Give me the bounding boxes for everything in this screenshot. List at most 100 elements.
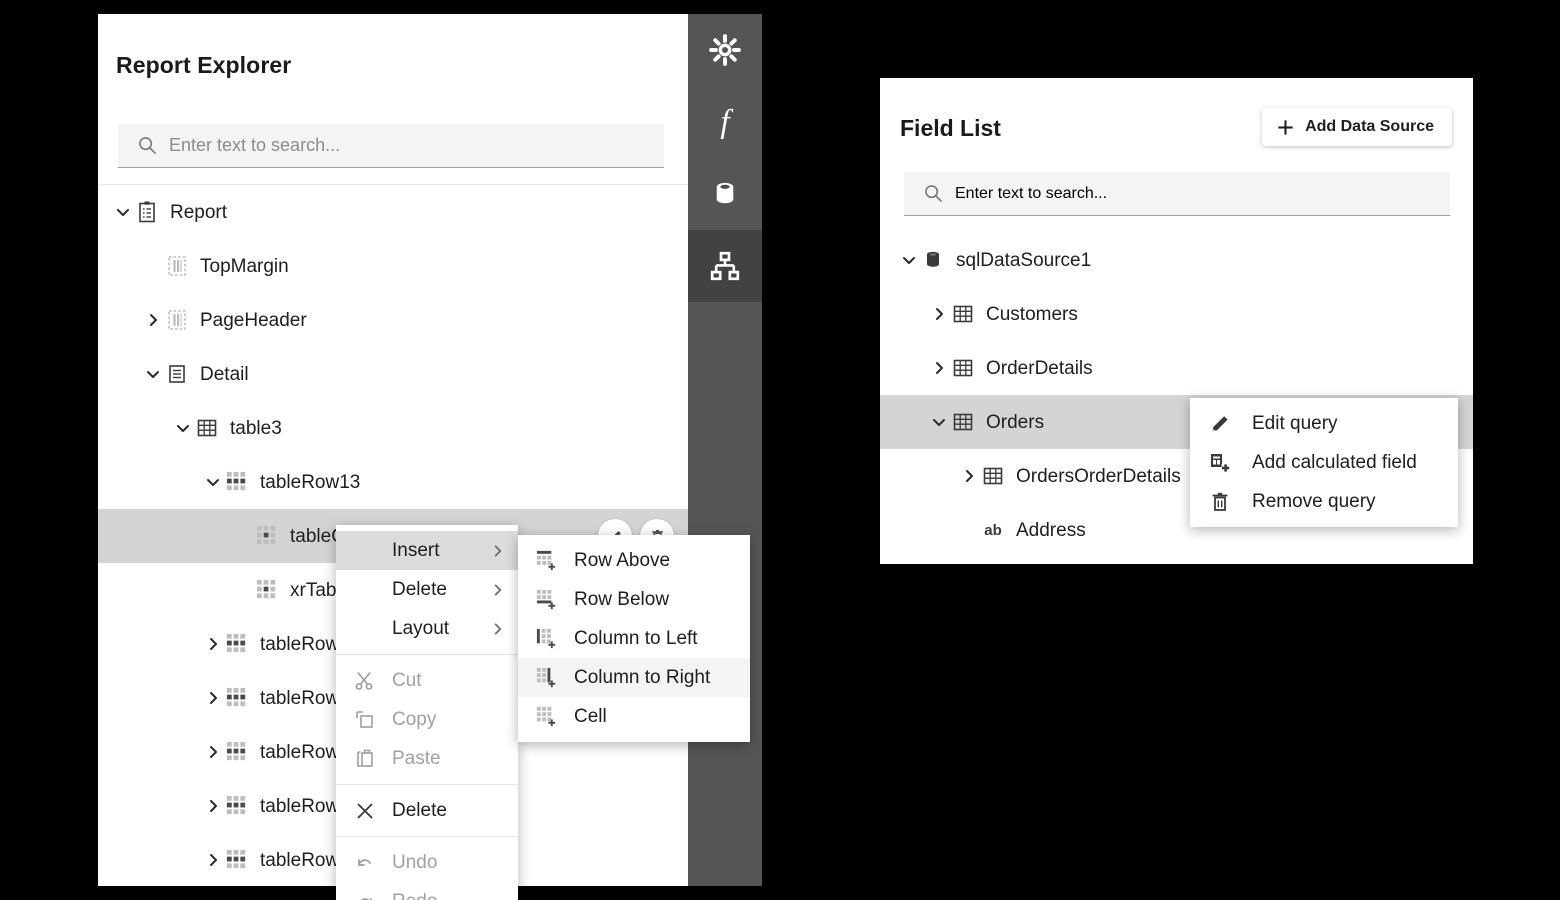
menu-item-column-to-right[interactable]: Column to Right [518,658,750,697]
table-row-icon [224,739,250,765]
add-data-source-button[interactable]: Add Data Source [1262,108,1452,146]
menu-item-label: Remove query [1252,490,1376,512]
sitemap-icon [709,250,741,282]
twisty-expanded-icon[interactable] [202,471,224,493]
database-icon [709,178,741,210]
twisty-collapsed-icon[interactable] [202,795,224,817]
redo-icon [350,890,380,900]
scissors-icon [350,669,380,693]
insert-column-right-icon [532,666,562,690]
band-icon [164,307,190,333]
report-explorer-search[interactable]: Enter text to search... [118,124,664,168]
insert-submenu: Row Above Row Below Column to Left Column t… [518,535,750,742]
ab-icon: ab [984,521,1002,539]
twisty-expanded-icon[interactable] [142,363,164,385]
twisty-collapsed-icon[interactable] [928,303,950,325]
menu-item-remove-query[interactable]: Remove query [1190,482,1458,521]
toolbar-sitemap[interactable] [688,230,762,302]
pencil-icon [1206,412,1234,436]
menu-item-row-below[interactable]: Row Below [518,580,750,619]
table-icon [950,301,976,327]
table-icon [950,355,976,381]
twisty-collapsed-icon[interactable] [202,633,224,655]
menu-item-paste: Paste [336,739,518,778]
tree-item-table3[interactable]: table3 [98,401,688,455]
menu-separator [336,654,518,655]
field-item-orderdetails[interactable]: OrderDetails [880,341,1473,395]
tree-item-report[interactable]: Report [98,185,688,239]
screen-root: Report Explorer Enter text to search... … [0,0,1560,900]
report-explorer-search-placeholder: Enter text to search... [169,135,341,155]
menu-separator [336,784,518,785]
tree-item-detail[interactable]: Detail [98,347,688,401]
menu-item-label: Redo [392,891,437,900]
field-item-sqldatasource1[interactable]: sqlDataSource1 [880,233,1473,287]
tree-item-label: TopMargin [200,255,289,277]
table-icon [194,415,220,441]
menu-item-add-calculated-field[interactable]: Add calculated field [1190,443,1458,482]
menu-item-delete[interactable]: Delete [336,791,518,830]
menu-item-label: Paste [392,747,441,769]
tree-item-label: PageHeader [200,309,307,331]
menu-item-label: Row Above [574,549,671,571]
toolbar-function[interactable]: f [688,86,762,158]
add-data-source-label: Add Data Source [1305,118,1434,135]
menu-item-label: Edit query [1252,412,1338,434]
twisty-collapsed-icon[interactable] [928,357,950,379]
twisty-expanded-icon[interactable] [928,411,950,433]
field-list-search[interactable]: Enter text to search... [904,172,1450,216]
insert-column-left-icon [532,627,562,651]
tree-item-pageheader[interactable]: PageHeader [98,293,688,347]
toolbar-database[interactable] [688,158,762,230]
table-row-icon [224,847,250,873]
menu-item-row-above[interactable]: Row Above [518,541,750,580]
tree-item-topmargin[interactable]: TopMargin [98,239,688,293]
menu-item-delete[interactable]: Delete [336,570,518,609]
menu-item-edit-query[interactable]: Edit query [1190,404,1458,443]
table-row-icon [224,685,250,711]
tree-item-label: Detail [200,363,249,385]
insert-row-above-icon [532,549,562,573]
menu-item-label: Delete [392,799,447,821]
chevron-right-icon [491,544,504,557]
field-list-title: Field List [900,115,1001,141]
detail-icon [164,361,190,387]
table-row-icon [224,469,250,495]
twisty-collapsed-icon[interactable] [202,741,224,763]
tree-item-label: tableRow13 [260,471,361,493]
twisty-collapsed-icon[interactable] [202,849,224,871]
close-icon [350,799,380,823]
twisty-collapsed-icon[interactable] [202,687,224,709]
menu-item-label: Insert [392,539,440,561]
table-cell-icon [254,577,280,603]
search-icon [924,184,943,203]
chevron-right-icon [491,622,504,635]
menu-item-cell[interactable]: Cell [518,697,750,736]
toolbar-gear[interactable] [688,14,762,86]
band-icon [164,253,190,279]
search-icon [138,136,157,155]
table-icon [980,463,1006,489]
copy-icon [350,708,380,732]
menu-item-layout[interactable]: Layout [336,609,518,648]
calculated-field-icon [1206,451,1234,475]
database-icon [920,247,946,273]
field-item-customers[interactable]: Customers [880,287,1473,341]
menu-item-insert[interactable]: Insert [336,531,518,570]
menu-separator [336,836,518,837]
tree-item-tablerow13[interactable]: tableRow13 [98,455,688,509]
tree-item-label: Report [170,201,228,223]
insert-cell-icon [532,705,562,729]
twisty-expanded-icon[interactable] [898,249,920,271]
gear-icon [708,33,742,67]
twisty-collapsed-icon[interactable] [142,309,164,331]
twisty-expanded-icon[interactable] [112,201,134,223]
report-explorer-title: Report Explorer [116,52,292,78]
menu-item-label: Delete [392,578,447,600]
menu-item-copy: Copy [336,700,518,739]
menu-item-column-to-left[interactable]: Column to Left [518,619,750,658]
chevron-right-icon [491,583,504,596]
twisty-collapsed-icon[interactable] [958,465,980,487]
twisty-expanded-icon[interactable] [172,417,194,439]
menu-item-label: Add calculated field [1252,451,1417,473]
